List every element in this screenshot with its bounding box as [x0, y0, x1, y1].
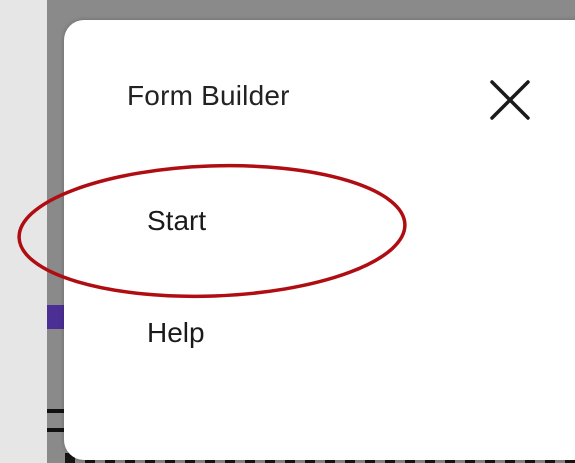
menu-title: Form Builder: [127, 80, 290, 111]
close-button[interactable]: [484, 74, 536, 126]
close-icon: [490, 80, 530, 120]
menu-item-help[interactable]: Help: [147, 317, 205, 349]
menu-item-start[interactable]: Start: [147, 205, 206, 237]
